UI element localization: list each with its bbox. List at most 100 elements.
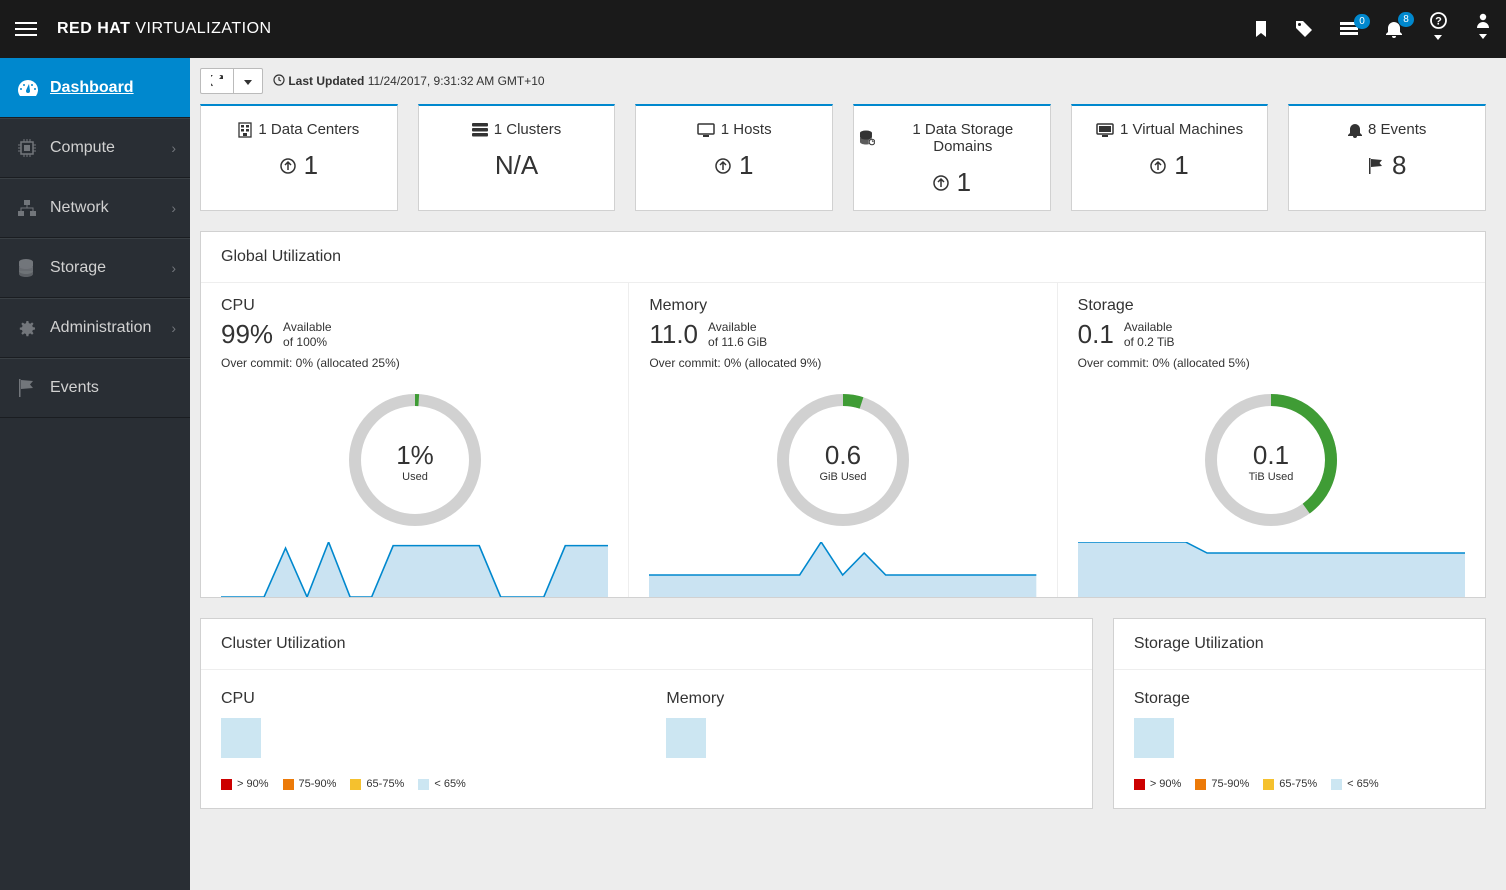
compute-icon — [18, 139, 38, 157]
util-summary: 0.1 Availableof 0.2 TiB — [1078, 319, 1465, 350]
summary-card[interactable]: 1 Clusters N/A — [418, 104, 616, 211]
bell-icon[interactable]: 8 — [1386, 20, 1402, 38]
cell-title: Storage — [1134, 690, 1465, 708]
sidebar-item-label: Dashboard — [50, 79, 134, 97]
legend-item: < 65% — [418, 778, 466, 790]
heatmap-square[interactable] — [221, 718, 261, 758]
bookmark-icon[interactable] — [1254, 21, 1268, 37]
util-cell: Storage 0.1 Availableof 0.2 TiB Over com… — [1058, 283, 1485, 597]
global-utilization-panel: Global Utilization CPU 99% Availableof 1… — [200, 231, 1486, 598]
cluster-body: CPU Memory — [201, 670, 1092, 778]
sparkline[interactable] — [221, 542, 608, 597]
last-updated: Last Updated 11/24/2017, 9:31:32 AM GMT+… — [273, 74, 545, 88]
legend-item: 65-75% — [1263, 778, 1317, 790]
refresh-button[interactable] — [200, 68, 234, 94]
refresh-dropdown[interactable] — [234, 68, 263, 94]
card-body: 8 — [1294, 150, 1480, 181]
chevron-right-icon: › — [171, 200, 176, 216]
sidebar-item-compute[interactable]: Compute › — [0, 118, 190, 178]
summary-card[interactable]: 1 Virtual Machines 1 — [1071, 104, 1269, 211]
svg-text:GiB Used: GiB Used — [819, 471, 866, 483]
global-util-body: CPU 99% Availableof 100% Over commit: 0%… — [201, 283, 1485, 597]
svg-text:Used: Used — [402, 471, 428, 483]
util-cell: Memory 11.0 Availableof 11.6 GiB Over co… — [629, 283, 1057, 597]
tasks-badge: 0 — [1354, 14, 1370, 29]
sidebar-item-events[interactable]: Events — [0, 358, 190, 418]
gear-icon — [18, 320, 38, 337]
util-small: Availableof 11.6 GiB — [708, 320, 767, 349]
dashboard-icon — [18, 80, 38, 96]
util-big: 11.0 — [649, 319, 698, 350]
legend: > 90%75-90%65-75%< 65% — [201, 778, 1092, 808]
bell-badge: 8 — [1398, 12, 1414, 27]
card-title: 1 Data Centers — [206, 121, 392, 138]
help-icon[interactable]: ? — [1430, 12, 1447, 47]
sidebar-item-storage[interactable]: Storage › — [0, 238, 190, 298]
last-updated-value: 11/24/2017, 9:31:32 AM GMT+10 — [368, 74, 545, 88]
util-summary: 11.0 Availableof 11.6 GiB — [649, 319, 1036, 350]
bottom-row: Cluster Utilization CPU Memory > 90% 75-9… — [200, 618, 1486, 829]
legend-item: > 90% — [1134, 778, 1182, 790]
svg-text:?: ? — [1435, 15, 1442, 27]
header-right: 0 8 ? — [1254, 12, 1491, 47]
sidebar-item-network[interactable]: Network › — [0, 178, 190, 238]
sidebar: Dashboard Compute › Network › Storage › … — [0, 58, 190, 890]
header-left: RED HAT VIRTUALIZATION — [15, 20, 272, 38]
brand-logo: RED HAT VIRTUALIZATION — [57, 20, 272, 38]
card-title: 1 Clusters — [424, 121, 610, 138]
donut-chart[interactable]: 0.6 GiB Used — [649, 388, 1036, 532]
sidebar-item-dashboard[interactable]: Dashboard — [0, 58, 190, 118]
storage-cell: Storage — [1114, 670, 1485, 778]
heatmap-square[interactable] — [1134, 718, 1174, 758]
util-big: 0.1 — [1078, 319, 1114, 350]
brand-light: VIRTUALIZATION — [130, 20, 271, 37]
panel-title: Cluster Utilization — [201, 619, 1092, 670]
tag-icon[interactable] — [1296, 21, 1312, 37]
summary-card[interactable]: 1 Data Storage Domains 1 — [853, 104, 1051, 211]
user-icon[interactable] — [1475, 12, 1491, 46]
cluster-cell-memory: Memory — [646, 670, 1091, 778]
svg-text:0.1: 0.1 — [1253, 440, 1289, 470]
donut-chart[interactable]: 1% Used — [221, 388, 608, 532]
legend: > 90%75-90%65-75%< 65% — [1114, 778, 1485, 808]
summary-card[interactable]: 1 Hosts 1 — [635, 104, 833, 211]
main-content: Last Updated 11/24/2017, 9:31:32 AM GMT+… — [190, 58, 1506, 890]
chevron-right-icon: › — [171, 260, 176, 276]
refresh-btn-group — [200, 68, 263, 94]
heatmap-square[interactable] — [666, 718, 706, 758]
flag-icon — [18, 379, 38, 397]
sidebar-item-label: Administration — [50, 319, 151, 337]
card-title: 1 Virtual Machines — [1077, 121, 1263, 138]
legend-item: 65-75% — [350, 778, 404, 790]
sidebar-item-label: Compute — [50, 139, 115, 157]
legend-item: 75-90% — [283, 778, 337, 790]
util-title: Storage — [1078, 297, 1465, 315]
chevron-right-icon: › — [171, 320, 176, 336]
sidebar-item-administration[interactable]: Administration › — [0, 298, 190, 358]
svg-text:1%: 1% — [396, 440, 434, 470]
summary-card[interactable]: 1 Data Centers 1 — [200, 104, 398, 211]
legend-item: 75-90% — [1195, 778, 1249, 790]
tasks-icon[interactable]: 0 — [1340, 22, 1358, 36]
summary-card[interactable]: 8 Events 8 — [1288, 104, 1486, 211]
toolbar: Last Updated 11/24/2017, 9:31:32 AM GMT+… — [200, 68, 1486, 94]
util-big: 99% — [221, 319, 273, 350]
sidebar-item-label: Network — [50, 199, 109, 217]
panel-title: Global Utilization — [201, 232, 1485, 283]
sparkline[interactable] — [649, 542, 1036, 597]
card-title: 1 Data Storage Domains — [859, 121, 1045, 155]
brand-bold: RED HAT — [57, 20, 130, 37]
summary-cards: 1 Data Centers 1 1 Clusters N/A 1 Hosts … — [200, 104, 1486, 211]
hamburger-icon[interactable] — [15, 22, 37, 36]
sparkline[interactable] — [1078, 542, 1465, 597]
cluster-cell-cpu: CPU — [201, 670, 646, 778]
storage-utilization-panel: Storage Utilization Storage > 90%75-90%6… — [1113, 618, 1486, 809]
sidebar-item-label: Events — [50, 379, 99, 397]
util-summary: 99% Availableof 100% — [221, 319, 608, 350]
network-icon — [18, 200, 38, 216]
card-body: 1 — [206, 150, 392, 181]
donut-chart[interactable]: 0.1 TiB Used — [1078, 388, 1465, 532]
svg-text:TiB Used: TiB Used — [1249, 471, 1294, 483]
card-body: N/A — [424, 150, 610, 181]
storage-icon — [18, 259, 38, 277]
